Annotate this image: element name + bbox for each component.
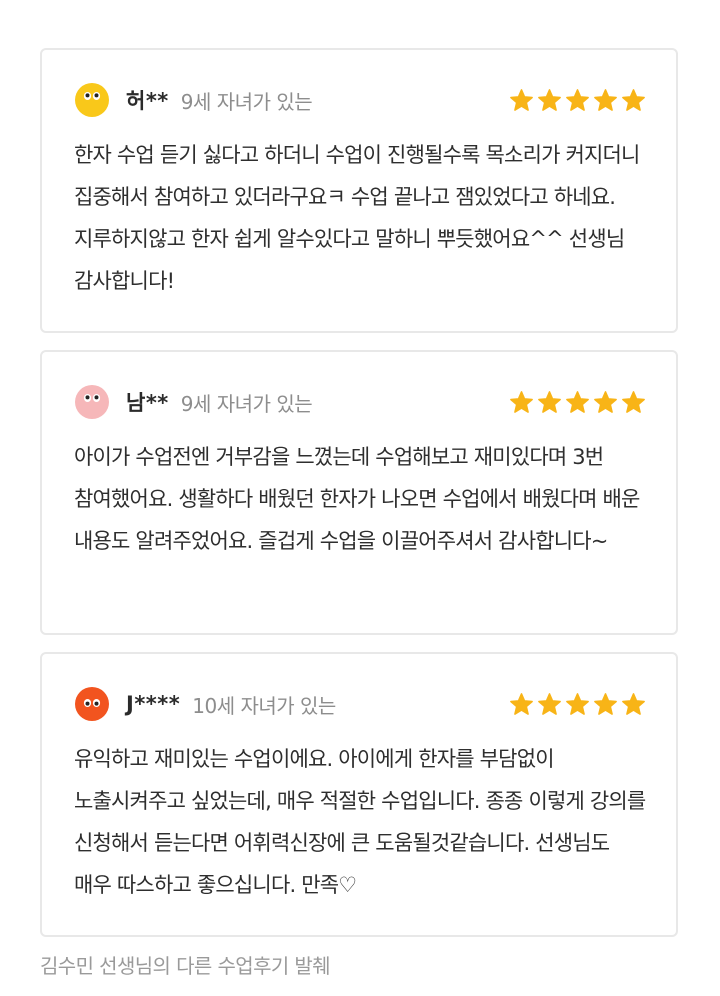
reviewer-child-age: 9세 자녀가 있는 <box>180 391 313 416</box>
star-icon <box>622 692 645 715</box>
star-icon <box>594 692 617 715</box>
more-reviews-caption: 김수민 선생님의 다른 수업후기 발췌 <box>40 954 331 978</box>
review-header: 남** 9세 자녀가 있는 <box>74 382 646 422</box>
star-icon <box>510 692 533 715</box>
star-rating <box>509 692 646 717</box>
star-icon <box>566 88 589 111</box>
star-icon <box>510 88 533 111</box>
reviewer-name: 허** <box>126 89 169 113</box>
star-icon <box>538 692 561 715</box>
pink-face-avatar-icon <box>74 384 110 420</box>
star-icon <box>622 88 645 111</box>
star-icon <box>594 88 617 111</box>
review-header: 허** 9세 자녀가 있는 <box>74 80 646 120</box>
review-card: J**** 10세 자녀가 있는 유익하고 재미있는 수업이에요. 아이에게 한… <box>40 652 678 937</box>
star-icon <box>538 390 561 413</box>
review-card: 허** 9세 자녀가 있는 한자 수업 듣기 싫다고 하더니 수업이 진행될수록… <box>40 48 678 333</box>
review-text: 한자 수업 듣기 싫다고 하더니 수업이 진행될수록 목소리가 커지더니 집중해… <box>74 143 640 293</box>
star-icon <box>594 390 617 413</box>
reviewer-child-age: 10세 자녀가 있는 <box>192 693 336 718</box>
star-rating <box>509 88 646 113</box>
review-header: J**** 10세 자녀가 있는 <box>74 684 646 724</box>
star-icon <box>538 88 561 111</box>
orange-face-avatar-icon <box>74 686 110 722</box>
star-icon <box>510 390 533 413</box>
reviewer-child-age: 9세 자녀가 있는 <box>180 89 313 114</box>
review-card: 남** 9세 자녀가 있는 아이가 수업전엔 거부감을 느꼈는데 수업해보고 재… <box>40 350 678 635</box>
star-rating <box>509 390 646 415</box>
review-text: 아이가 수업전엔 거부감을 느꼈는데 수업해보고 재미있다며 3번 참여했어요.… <box>74 445 640 553</box>
review-page: 허** 9세 자녀가 있는 한자 수업 듣기 싫다고 하더니 수업이 진행될수록… <box>0 0 720 996</box>
star-icon <box>566 390 589 413</box>
review-text: 유익하고 재미있는 수업이에요. 아이에게 한자를 부담없이 노출시켜주고 싶었… <box>74 747 646 897</box>
yellow-face-avatar-icon <box>74 82 110 118</box>
star-icon <box>566 692 589 715</box>
reviewer-name: 남** <box>126 391 169 415</box>
reviewer-name: J**** <box>126 692 181 716</box>
star-icon <box>622 390 645 413</box>
